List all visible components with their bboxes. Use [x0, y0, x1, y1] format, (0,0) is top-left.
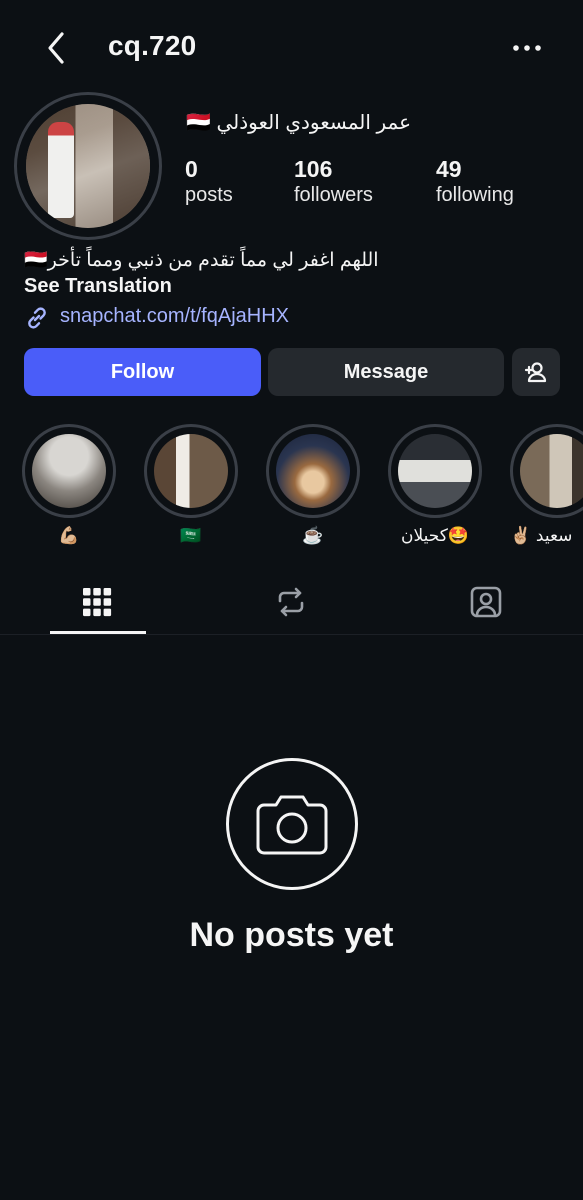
- highlight-item[interactable]: 🇸🇦: [144, 424, 238, 546]
- highlight-cover: [32, 434, 106, 508]
- message-button[interactable]: Message: [268, 348, 504, 396]
- highlight-cover: [276, 434, 350, 508]
- tagged-icon[interactable]: [468, 584, 504, 620]
- no-posts-title: No posts yet: [189, 916, 394, 954]
- highlight-label: كحيلان🤩: [401, 526, 469, 545]
- active-tab-indicator: [50, 631, 146, 634]
- grid-icon[interactable]: [79, 584, 115, 620]
- following-count[interactable]: 49: [436, 156, 462, 183]
- highlight-label: سعيد ✌🏼: [510, 526, 573, 545]
- profile-bio: اللهم اغفر لي مماً تقدم من ذنبي ومماً تأ…: [24, 250, 379, 271]
- external-link[interactable]: snapchat.com/t/fqAjaHHX: [60, 305, 289, 328]
- tab-divider: [0, 634, 583, 635]
- see-translation-link[interactable]: See Translation: [24, 275, 172, 298]
- suggested-users-button[interactable]: [512, 348, 560, 396]
- more-options-icon[interactable]: [510, 38, 544, 58]
- followers-count[interactable]: 106: [294, 156, 332, 183]
- highlight-item[interactable]: سعيد ✌🏼: [510, 424, 583, 546]
- followers-label[interactable]: followers: [294, 184, 373, 207]
- avatar-photo: [26, 104, 150, 228]
- posts-label: posts: [185, 184, 233, 206]
- profile-username: cq.720: [108, 30, 197, 61]
- camera-circle: [226, 758, 358, 890]
- camera-icon: [256, 795, 328, 855]
- display-name: عمر المسعودي العوذلي 🇾🇪: [186, 112, 412, 134]
- highlight-label: ☕️: [302, 526, 324, 545]
- back-arrow-icon[interactable]: [40, 28, 76, 68]
- highlight-cover: [154, 434, 228, 508]
- reposts-icon[interactable]: [273, 584, 309, 620]
- following-label[interactable]: following: [436, 184, 514, 207]
- highlight-cover: [398, 434, 472, 508]
- add-person-icon: [524, 362, 547, 383]
- follow-button[interactable]: Follow: [24, 348, 261, 396]
- link-icon: [28, 307, 46, 329]
- highlight-label: 💪🏼: [58, 526, 80, 545]
- highlight-item[interactable]: ☕️: [266, 424, 360, 546]
- posts-count: 0: [185, 156, 198, 182]
- highlight-item[interactable]: كحيلان🤩: [388, 424, 482, 546]
- highlight-cover: [520, 434, 583, 508]
- profile-avatar[interactable]: [14, 92, 162, 240]
- highlight-item[interactable]: 💪🏼: [22, 424, 116, 546]
- highlight-label: 🇸🇦: [180, 526, 202, 545]
